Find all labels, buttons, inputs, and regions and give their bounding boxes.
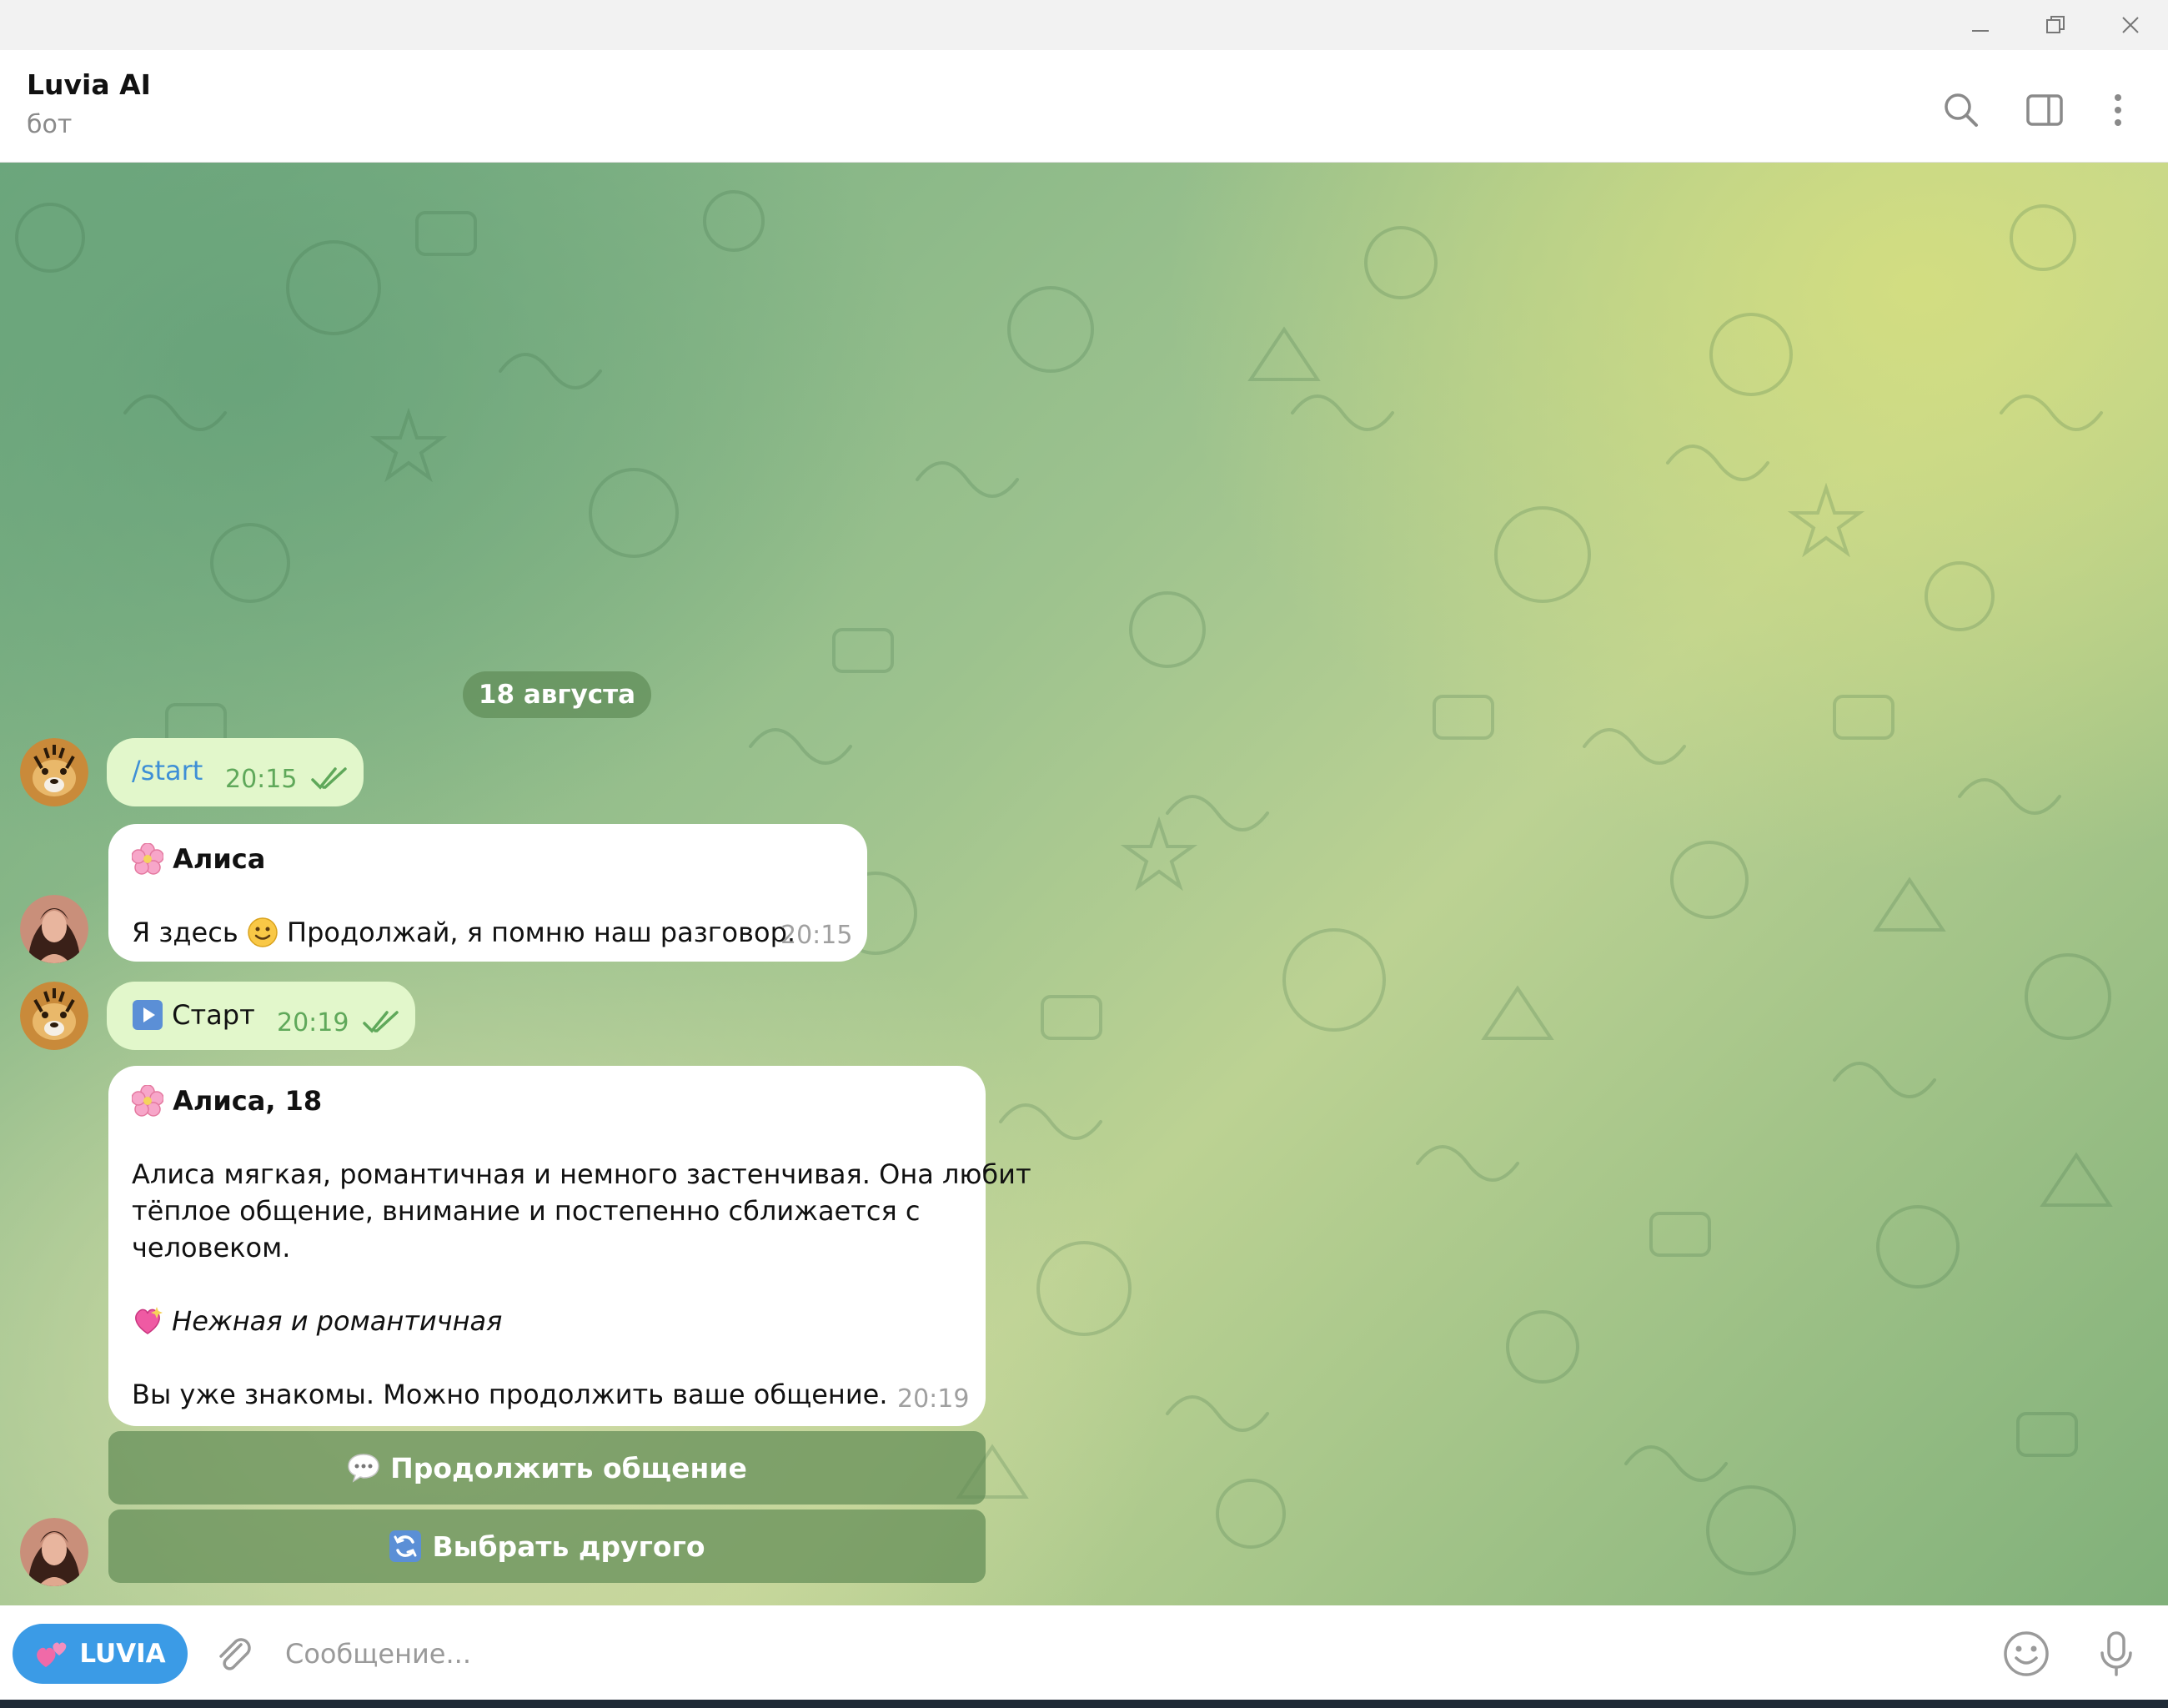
profile-description-line: человеком. [132,1232,291,1263]
date-separator: 18 августа [463,671,651,718]
restore-icon[interactable] [2018,0,2093,50]
message-outgoing[interactable]: Старт 20:19 [107,982,415,1050]
microphone-icon[interactable] [2086,1624,2146,1684]
message-time: 20:19 [277,1008,349,1037]
message-text: Старт [132,997,255,1033]
choose-another-label: Выбрать другого [432,1530,705,1563]
cherry-blossom-icon [132,1085,163,1117]
avatar-alisa[interactable] [20,895,88,963]
sender-name: Алиса [173,843,266,875]
search-icon[interactable] [1935,83,1988,137]
telegram-window: Luvia AI бот 18 августа /start 20:15 Али… [0,0,2168,1708]
cherry-blossom-icon [132,843,163,875]
bot-menu-label: LUVIA [79,1639,166,1669]
slight-smile-icon [248,917,278,947]
message-text: Я здесь Продолжай, я помню наш разговор. [132,914,795,951]
message-input[interactable] [284,1627,1955,1680]
chat-title[interactable]: Luvia AI [27,68,151,101]
message-composer: LUVIA [0,1605,2168,1700]
continue-chat-button[interactable]: Продолжить общение [108,1431,986,1505]
sidebar-toggle-icon[interactable] [2018,83,2071,137]
emoji-icon[interactable] [1996,1624,2056,1684]
profile-tag: Нежная и романтичная [132,1303,502,1339]
message-text-end: Продолжай, я помню наш разговор. [287,917,796,948]
more-vertical-icon[interactable] [2091,83,2145,137]
play-button-icon [133,1000,163,1030]
window-titlebar [0,0,2168,50]
sparkling-heart-icon [135,1307,163,1334]
avatar-tiger[interactable] [20,738,88,806]
avatar-alisa[interactable] [20,1518,88,1586]
speech-bubble-icon [348,1454,379,1483]
message-outgoing[interactable]: /start 20:15 [107,738,364,806]
message-title: Алиса, 18 [132,1083,322,1119]
message-time: 20:19 [897,1384,970,1414]
chat-subtitle: бот [27,110,73,139]
double-check-icon [311,767,347,790]
profile-description-line: тёплое общение, внимание и постепенно сб… [132,1195,921,1227]
command-link[interactable]: /start [132,755,203,786]
chat-area[interactable]: 18 августа /start 20:15 Алиса Я здесь Пр… [0,163,2168,1605]
chat-header[interactable]: Luvia AI бот [0,50,2168,163]
double-check-icon [363,1011,399,1033]
message-incoming[interactable]: Алиса Я здесь Продолжай, я помню наш раз… [108,824,867,962]
bot-menu-button[interactable]: LUVIA [13,1624,188,1684]
profile-name: Алиса, 18 [173,1085,323,1117]
message-time: 20:15 [780,921,853,950]
profile-footer: Вы уже знакомы. Можно продолжить ваше об… [132,1379,888,1410]
two-hearts-icon [37,1642,67,1667]
message-title: Алиса [132,841,265,877]
message-text-start: Я здесь [132,917,238,948]
message-time: 20:15 [225,765,298,794]
continue-chat-label: Продолжить общение [390,1451,747,1484]
choose-another-button[interactable]: Выбрать другого [108,1510,986,1583]
refresh-icon [389,1530,422,1562]
attach-icon[interactable] [203,1624,263,1684]
window-bottom-edge [0,1700,2168,1708]
message-incoming-profile[interactable]: Алиса, 18 Алиса мягкая, романтичная и не… [108,1066,1031,1426]
close-icon[interactable] [2093,0,2168,50]
profile-description-line: Алиса мягкая, романтичная и немного заст… [132,1158,1031,1190]
avatar-tiger[interactable] [20,982,88,1050]
minimize-icon[interactable] [1943,0,2018,50]
